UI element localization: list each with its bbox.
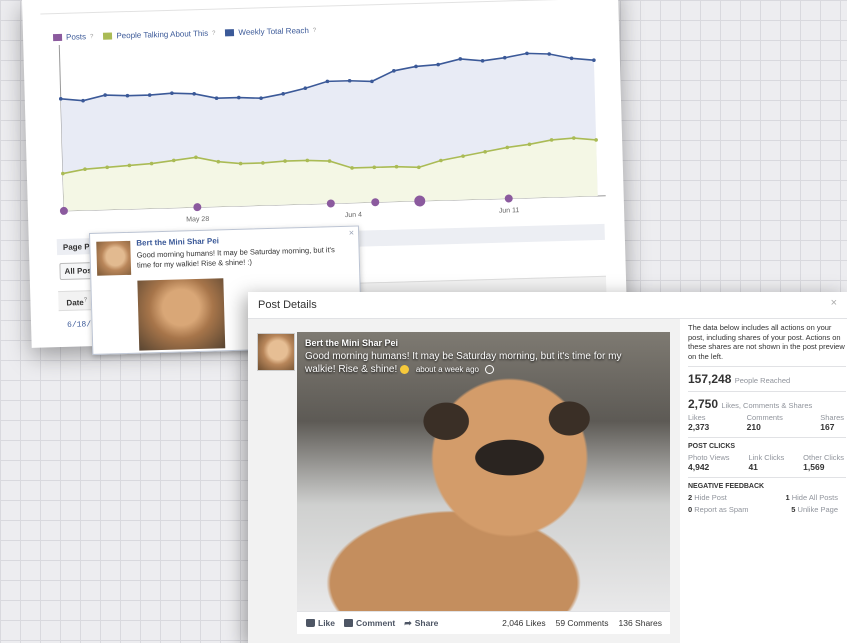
comments-count-link[interactable]: 59 Comments (556, 618, 609, 628)
globe-icon (484, 364, 494, 374)
page-avatar[interactable] (257, 333, 295, 371)
comment-button[interactable]: Comment (344, 618, 395, 628)
divider (688, 437, 846, 438)
smiley-emoticon-icon (400, 364, 410, 374)
share-label: Share (414, 618, 439, 628)
page-name-link[interactable]: Bert the Mini Shar Pei (305, 338, 398, 348)
x-tick-label: Jun 11 (499, 207, 520, 215)
post-photo[interactable]: Bert the Mini Shar Pei Good morning huma… (297, 332, 670, 611)
comment-label: Comment (356, 618, 396, 628)
hide-post-stat: 2 Hide Post (688, 493, 727, 502)
share-arrow-icon: ➦ (404, 617, 412, 628)
people-reached-label: People Reached (734, 376, 791, 385)
date-header-label: Date (66, 298, 84, 308)
engagement-breakdown: Likes 2,373 Comments 210 Shares 167 (688, 413, 844, 432)
post-photo-thumbnail[interactable] (137, 278, 226, 351)
stat-value: 210 (746, 422, 761, 432)
comment-icon (344, 619, 354, 627)
post-text: Good morning humans! It may be Saturday … (136, 245, 335, 270)
post-caption: Good morning humans! It may be Saturday … (305, 350, 645, 376)
dialog-header: Post Details × (248, 292, 847, 319)
shares-count-link[interactable]: 136 Shares (619, 618, 662, 628)
engagement-label: Likes, Comments & Shares (721, 401, 813, 410)
stat-value: 1,569 (803, 462, 825, 472)
reach-line-chart: May 28 Jun 4 Jun 11 (58, 44, 606, 224)
negative-feedback-title: NEGATIVE FEEDBACK (688, 483, 765, 490)
negative-feedback-row: 2 Hide Post 1 Hide All Posts (688, 493, 838, 502)
stat-label: Other Clicks (803, 453, 844, 462)
share-button[interactable]: ➦ Share (404, 618, 438, 629)
dialog-title: Post Details (258, 299, 317, 311)
stat-label: Unlike Page (797, 505, 838, 514)
post-clicks-title: POST CLICKS (688, 443, 736, 450)
like-label: Like (318, 618, 336, 628)
help-icon[interactable]: ? (84, 297, 88, 303)
post-actions-bar: Like Comment ➦ Share 2,046 Likes 59 Comme… (297, 611, 670, 634)
stat-label: Link Clicks (748, 453, 785, 462)
stat-label: Photo Views (688, 453, 730, 462)
stat-label: Hide All Posts (791, 493, 838, 502)
x-tick-label: Jun 4 (345, 212, 362, 219)
photo-views-stat: Photo Views 4,942 (688, 453, 730, 472)
post-stats-panel: The data below includes all actions on y… (688, 323, 846, 517)
post-timestamp[interactable]: about a week ago (416, 365, 479, 374)
page-name-link[interactable]: Bert the Mini Shar Pei (136, 236, 219, 247)
stat-label: Comments (746, 413, 783, 422)
engagement-stat: 2,750 Likes, Comments & Shares (688, 397, 846, 411)
stat-value: 1 (785, 493, 790, 502)
close-icon[interactable]: × (831, 297, 837, 309)
stat-label: Shares (820, 413, 844, 422)
negative-feedback-row: 0 Report as Spam 5 Unlike Page (688, 505, 838, 514)
report-spam-stat: 0 Report as Spam (688, 505, 748, 514)
divider (688, 391, 846, 392)
engagement-value: 2,750 (688, 397, 719, 411)
likes-stat: Likes 2,373 (688, 413, 709, 432)
divider (688, 477, 846, 478)
x-tick-label: May 28 (186, 216, 209, 224)
stat-value: 41 (748, 462, 758, 472)
stat-value: 5 (791, 505, 796, 514)
people-reached-stat: 157,248 People Reached (688, 372, 846, 386)
page-avatar[interactable] (96, 240, 132, 276)
stats-intro-text: The data below includes all actions on y… (688, 323, 845, 361)
like-button[interactable]: Like (306, 618, 335, 628)
link-clicks-stat: Link Clicks 41 (748, 453, 784, 472)
stat-label: Likes (688, 413, 706, 422)
post-engagement-counts: 2,046 Likes 59 Comments 136 Shares (502, 618, 662, 628)
stat-value: 4,942 (688, 462, 710, 472)
stat-value: 2,373 (688, 422, 710, 432)
post-clicks-breakdown: Photo Views 4,942 Link Clicks 41 Other Cli… (688, 453, 844, 472)
divider (688, 366, 846, 367)
thumbs-up-icon (306, 619, 315, 627)
other-clicks-stat: Other Clicks 1,569 (803, 453, 844, 472)
stat-value: 167 (820, 422, 835, 432)
stat-value: 2 (688, 493, 693, 502)
stat-value: 0 (688, 505, 693, 514)
hide-all-posts-stat: 1 Hide All Posts (785, 493, 838, 502)
post-details-dialog: Post Details × Bert the Mini Shar Pei Go… (248, 292, 847, 643)
unlike-page-stat: 5 Unlike Page (791, 505, 838, 514)
stat-label: Report as Spam (694, 505, 749, 514)
comments-stat: Comments 210 (747, 413, 783, 432)
likes-count-link[interactable]: 2,046 Likes (502, 618, 545, 628)
close-icon[interactable]: × (349, 228, 355, 238)
stat-label: Hide Post (694, 493, 727, 502)
shares-stat: Shares 167 (820, 413, 844, 432)
people-reached-value: 157,248 (688, 372, 732, 386)
